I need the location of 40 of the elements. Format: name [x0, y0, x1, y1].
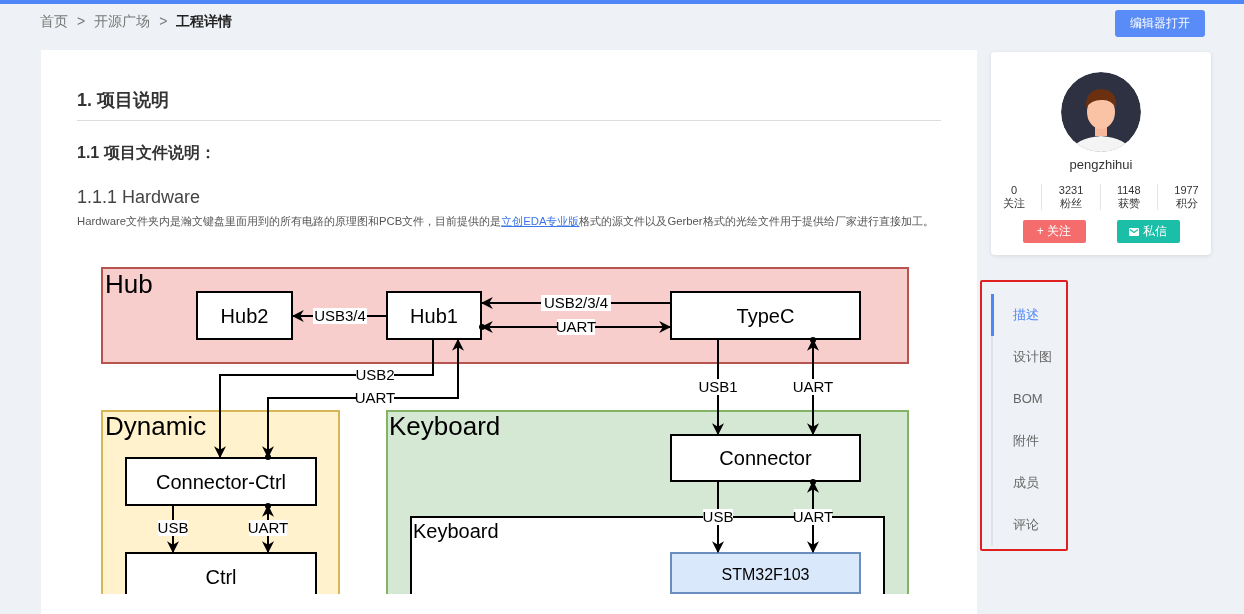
- section-heading: 1. 项目说明: [77, 88, 941, 121]
- section-nav-item[interactable]: 设计图: [991, 336, 1066, 378]
- stat-value: 1977: [1174, 184, 1199, 197]
- breadcrumb-separator: >: [159, 13, 168, 31]
- message-button[interactable]: 私信: [1116, 220, 1180, 243]
- group-title: Dynamic: [105, 411, 207, 441]
- stat-label: 粉丝: [1060, 197, 1083, 210]
- diagram-node: Hub1: [386, 291, 482, 340]
- stat-value: 1148: [1116, 184, 1141, 197]
- breadcrumb-link[interactable]: 首页: [40, 13, 68, 31]
- group-title: Hub: [105, 269, 153, 299]
- stat-value: 3231: [1058, 184, 1084, 197]
- section-nav-item[interactable]: 附件: [991, 420, 1066, 462]
- eda-link[interactable]: 立创EDA专业版: [501, 215, 580, 227]
- diagram-node: Connector: [670, 434, 861, 482]
- hardware-heading: 1.1.1 Hardware: [77, 186, 202, 208]
- breadcrumb-separator: >: [77, 13, 86, 31]
- section-nav-item[interactable]: 评论: [991, 504, 1066, 546]
- open-editor-button[interactable]: 编辑器打开: [1115, 10, 1205, 37]
- stat-value: 0: [1011, 184, 1018, 197]
- diagram-node: TypeC: [670, 291, 861, 340]
- subsection-heading: 1.1 项目文件说明：: [77, 143, 217, 163]
- section-nav-item[interactable]: 成员: [991, 462, 1066, 504]
- diagram-node: Connector-Ctrl: [125, 457, 317, 506]
- follow-button[interactable]: + 关注: [1022, 220, 1086, 243]
- mail-icon: [1129, 227, 1139, 236]
- stat-label: 关注: [1003, 197, 1026, 210]
- section-nav-item[interactable]: BOM: [991, 378, 1066, 420]
- breadcrumb-link[interactable]: 开源广场: [94, 13, 151, 31]
- username: pengzhihui: [1069, 157, 1133, 172]
- section-nav-item[interactable]: 描述: [991, 294, 1066, 336]
- group-title: Keyboard: [413, 520, 499, 542]
- diagram-node: STM32F103: [670, 552, 861, 594]
- diagram-node: Hub2: [196, 291, 293, 340]
- avatar-icon: [1061, 72, 1141, 152]
- diagram-node: Ctrl: [125, 552, 317, 594]
- stat-label: 获赞: [1117, 197, 1140, 210]
- group-title: Keyboard: [389, 411, 501, 441]
- stat-label: 积分: [1175, 197, 1198, 210]
- description-paragraph: Hardware文件夹内是瀚文键盘里面用到的所有电路的原理图和PCB文件，目前提供的是立创EDA专业版格式的源文件以及Gerber格式的光绘文件用于提供给厂家进行直接加工。: [77, 214, 935, 229]
